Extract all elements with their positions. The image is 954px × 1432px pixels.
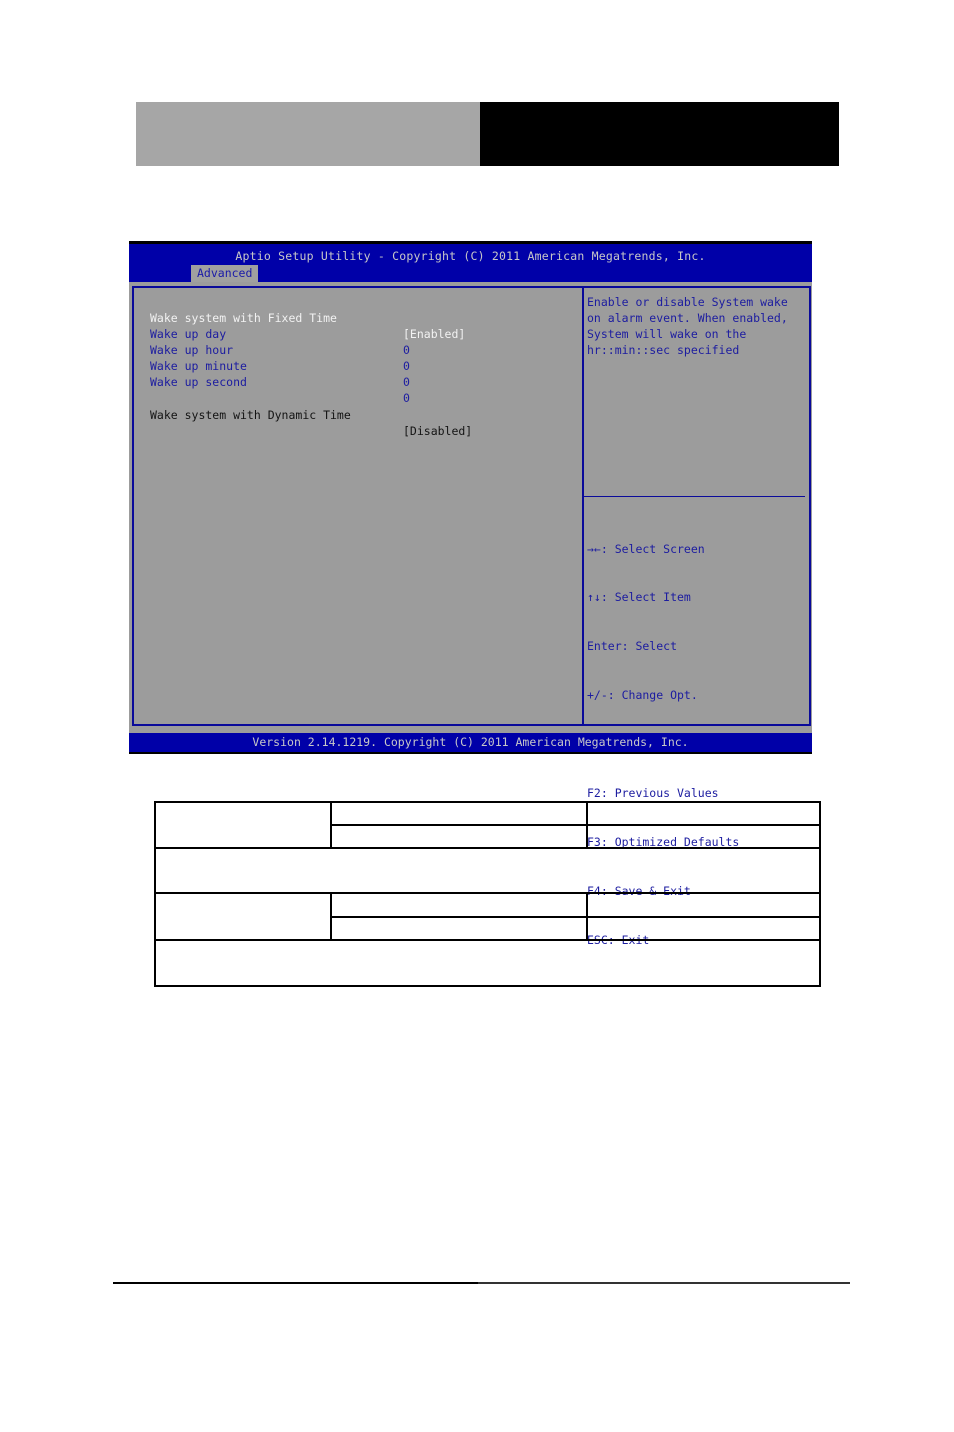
table-row-divider — [154, 892, 821, 894]
setting-value[interactable]: [Disabled] — [403, 423, 472, 439]
help-line: hr::min::sec specified — [587, 343, 740, 357]
key-help-select-screen: →←: Select Screen — [587, 541, 705, 556]
table-border-left — [154, 801, 156, 987]
setting-value[interactable]: 0 — [403, 358, 410, 374]
help-line: on alarm event. When enabled, — [587, 311, 788, 325]
setting-label: Wake up second — [150, 375, 247, 389]
setting-value[interactable]: 0 — [403, 390, 410, 406]
setting-wake-dynamic-time[interactable]: Wake system with Dynamic Time [Disabled] — [150, 391, 472, 438]
table-row-divider — [154, 939, 821, 941]
table-border-top — [154, 801, 821, 803]
bios-version: Version 2.14.1219. Copyright (C) 2011 Am… — [252, 735, 689, 749]
tab-advanced[interactable]: Advanced — [191, 265, 259, 282]
setting-value[interactable]: 0 — [403, 342, 410, 358]
panel-divider — [582, 286, 584, 726]
key-help-enter: Enter: Select — [587, 639, 678, 654]
header-band-gray — [136, 102, 480, 166]
table-border-bottom — [154, 985, 821, 987]
table-row-divider — [154, 847, 821, 849]
header-band-black — [480, 102, 839, 166]
key-help-change-opt: +/-: Change Opt. — [587, 688, 698, 703]
table-border-right — [819, 801, 821, 987]
bios-title: Aptio Setup Utility - Copyright (C) 2011… — [235, 249, 706, 263]
bios-title-bar: Aptio Setup Utility - Copyright (C) 2011… — [129, 244, 812, 282]
help-divider — [584, 496, 805, 497]
setting-wake-second[interactable]: Wake up second 0 — [150, 358, 410, 405]
setting-value[interactable]: 0 — [403, 374, 410, 390]
footer-rule — [113, 1282, 478, 1284]
bios-version-bar: Version 2.14.1219. Copyright (C) 2011 Am… — [129, 733, 812, 752]
table-row-divider — [330, 824, 821, 826]
footer-rule — [478, 1282, 850, 1284]
setting-label: Wake system with Dynamic Time — [150, 408, 351, 422]
setting-wake-hour[interactable]: Wake up hour 0 — [150, 326, 410, 373]
key-help-select-item: ↑↓: Select Item — [587, 590, 691, 605]
options-table — [154, 801, 821, 987]
bios-screenshot: Aptio Setup Utility - Copyright (C) 2011… — [129, 241, 812, 947]
setting-wake-fixed-time[interactable]: Wake system with Fixed Time [Enabled] — [150, 294, 465, 341]
table-row-divider — [330, 916, 821, 918]
bios-body: Wake system with Fixed Time [Enabled] Wa… — [129, 282, 812, 947]
key-help-previous-values: F2: Previous Values — [587, 786, 719, 801]
setting-value[interactable]: [Enabled] — [403, 326, 465, 342]
help-line: System will wake on the — [587, 327, 747, 341]
setting-wake-day[interactable]: Wake up day 0 — [150, 310, 410, 357]
setting-wake-minute[interactable]: Wake up minute 0 — [150, 342, 410, 389]
help-line: Enable or disable System wake — [587, 295, 788, 309]
